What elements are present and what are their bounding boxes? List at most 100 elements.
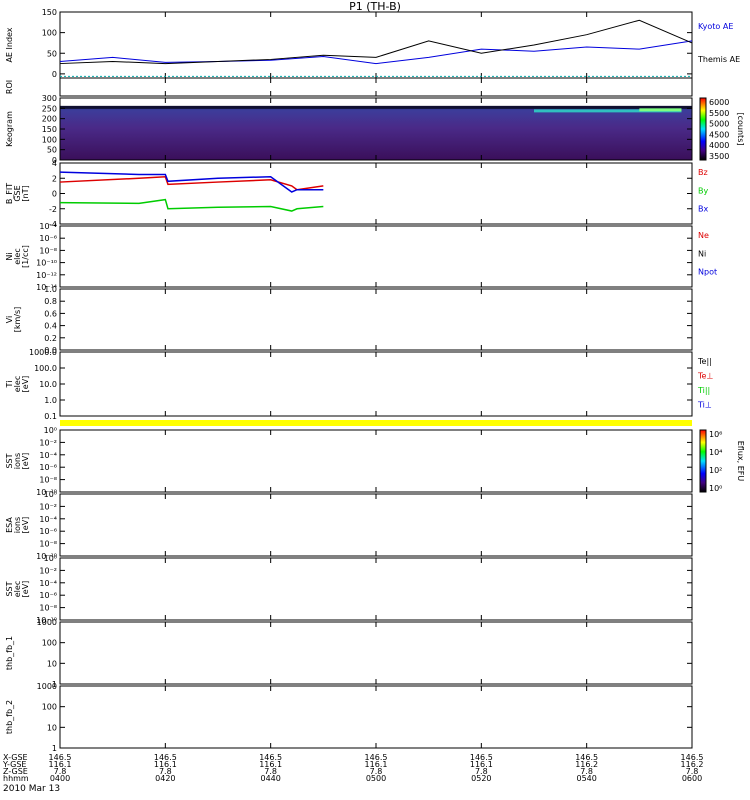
y-axis-label: [eV] xyxy=(21,453,30,470)
y-axis-label: thb_fb_1 xyxy=(5,636,14,670)
colorbar-label: [counts] xyxy=(736,113,745,146)
y-tick-label: 10⁰ xyxy=(44,554,57,563)
y-axis-label: [eV] xyxy=(21,517,30,534)
y-tick-label: 10⁻⁴ xyxy=(39,451,57,460)
legend-entry: Ne xyxy=(698,231,709,240)
legend-entry: Ni xyxy=(698,249,706,258)
y-tick-label: 10 xyxy=(47,659,57,668)
y-tick-label: 10⁻⁶ xyxy=(39,527,57,536)
stacked-chart: 050100150AE IndexKyoto AEThemis AEROI050… xyxy=(2,8,745,783)
y-tick-label: 1000.0 xyxy=(29,348,57,357)
colorbar-tick-label: 10² xyxy=(709,466,722,475)
y-axis-label: AE Index xyxy=(5,27,14,62)
series-line-bx xyxy=(59,171,324,193)
y-tick-label: 100 xyxy=(42,703,57,712)
x-tick-label: 0540 xyxy=(576,774,596,783)
y-tick-label: 0.1 xyxy=(44,412,57,421)
y-tick-label: 10⁰ xyxy=(44,490,57,499)
y-tick-label: 4 xyxy=(52,159,57,168)
y-tick-label: 10⁻² xyxy=(39,438,57,447)
y-tick-label: 150 xyxy=(42,8,57,17)
y-tick-label: 0.6 xyxy=(44,309,57,318)
y-tick-label: 10⁻¹² xyxy=(36,271,57,280)
x-axis-row-label: hhmm xyxy=(3,774,29,783)
series-line-by xyxy=(59,198,324,212)
y-axis-label: Keogram xyxy=(5,111,14,147)
colorbar-tick-label: 10⁰ xyxy=(709,484,722,493)
y-tick-label: 10⁻⁸ xyxy=(39,476,57,485)
x-tick-label: 0520 xyxy=(471,774,491,783)
y-tick-label: 10⁻⁶ xyxy=(39,234,57,243)
y-tick-label: 1.0 xyxy=(44,396,57,405)
keogram-aurora-peak xyxy=(639,108,682,112)
y-tick-label: 50 xyxy=(47,49,57,58)
y-tick-label: 10⁻⁸ xyxy=(39,604,57,613)
y-tick-label: 0 xyxy=(52,70,57,79)
y-tick-label: 300 xyxy=(42,94,57,103)
panel-frame-fb2 xyxy=(59,685,693,749)
y-tick-label: 250 xyxy=(42,104,57,113)
y-axis-label: [km/s] xyxy=(13,307,22,333)
y-tick-label: 150 xyxy=(42,125,57,134)
y-tick-label: 1000 xyxy=(37,682,57,691)
y-tick-label: 1000 xyxy=(37,618,57,627)
y-tick-label: 0.4 xyxy=(44,322,57,331)
legend-entry: Npot xyxy=(698,268,717,277)
y-axis-label: [nT] xyxy=(21,185,30,201)
y-tick-label: 200 xyxy=(42,115,57,124)
y-tick-label: 10⁻⁸ xyxy=(39,540,57,549)
panel-frame-sst_i xyxy=(59,429,693,493)
x-tick-label: 0400 xyxy=(50,774,70,783)
keogram-colorbar xyxy=(699,97,707,161)
y-tick-label: 10⁻⁴ xyxy=(39,579,57,588)
date-label: 2010 Mar 13 xyxy=(3,784,61,794)
y-axis-label: [1/cc] xyxy=(21,245,30,268)
series-line-bz xyxy=(59,175,324,191)
legend-entry: Bz xyxy=(698,168,708,177)
panel-frame-temp xyxy=(59,351,693,417)
y-tick-label: 10⁰ xyxy=(44,426,57,435)
y-tick-label: -2 xyxy=(49,205,57,214)
panel-frame-bfield xyxy=(59,162,693,225)
colorbar-tick-label: 10⁶ xyxy=(709,430,722,439)
y-tick-label: 100 xyxy=(42,29,57,38)
panel-frame-density xyxy=(59,225,693,288)
colorbar-tick-label: 5000 xyxy=(709,120,729,129)
x-tick-label: 0420 xyxy=(155,774,175,783)
y-tick-label: 10 xyxy=(47,723,57,732)
y-tick-label: 10⁻² xyxy=(39,502,57,511)
y-axis-label: [eV] xyxy=(21,581,30,598)
y-tick-label: 10⁻⁸ xyxy=(39,246,57,255)
y-tick-label: 0.8 xyxy=(44,297,57,306)
colorbar-label: Eflux, EFU xyxy=(736,441,745,482)
panel-frame-velocity xyxy=(59,288,693,351)
legend-entry: Themis AE xyxy=(697,55,740,64)
y-tick-label: 0.2 xyxy=(44,334,57,343)
y-axis-label: ROI xyxy=(5,80,14,94)
y-tick-label: 50 xyxy=(47,146,57,155)
legend-entry: Ti|| xyxy=(697,386,710,395)
y-tick-label: 100.0 xyxy=(34,364,57,373)
y-tick-label: 10⁻¹⁰ xyxy=(36,259,57,268)
y-axis-label: [eV] xyxy=(21,376,30,393)
legend-entry: Te|| xyxy=(697,357,712,366)
legend-entry: By xyxy=(698,186,708,195)
colorbar-tick-label: 6000 xyxy=(709,98,729,107)
y-tick-label: 2 xyxy=(52,174,57,183)
panel-frame-fb1 xyxy=(59,621,693,685)
y-tick-label: 10⁻² xyxy=(39,566,57,575)
keogram-image xyxy=(60,106,692,160)
keogram-band xyxy=(60,105,692,109)
legend-entry: Kyoto AE xyxy=(698,22,733,31)
colorbar-tick-label: 4000 xyxy=(709,141,729,150)
series-line-themis-ae xyxy=(59,19,693,65)
x-tick-label: 0440 xyxy=(260,774,280,783)
y-axis-label: thb_fb_2 xyxy=(5,700,14,734)
legend-entry: Te⊥ xyxy=(697,372,713,381)
y-tick-label: 1 xyxy=(52,744,57,753)
panel-frame-sst_e xyxy=(59,557,693,621)
y-tick-label: 100 xyxy=(42,639,57,648)
panel-frame-ae xyxy=(59,11,693,79)
colorbar-tick-label: 3500 xyxy=(709,152,729,161)
status-bar xyxy=(60,420,692,426)
